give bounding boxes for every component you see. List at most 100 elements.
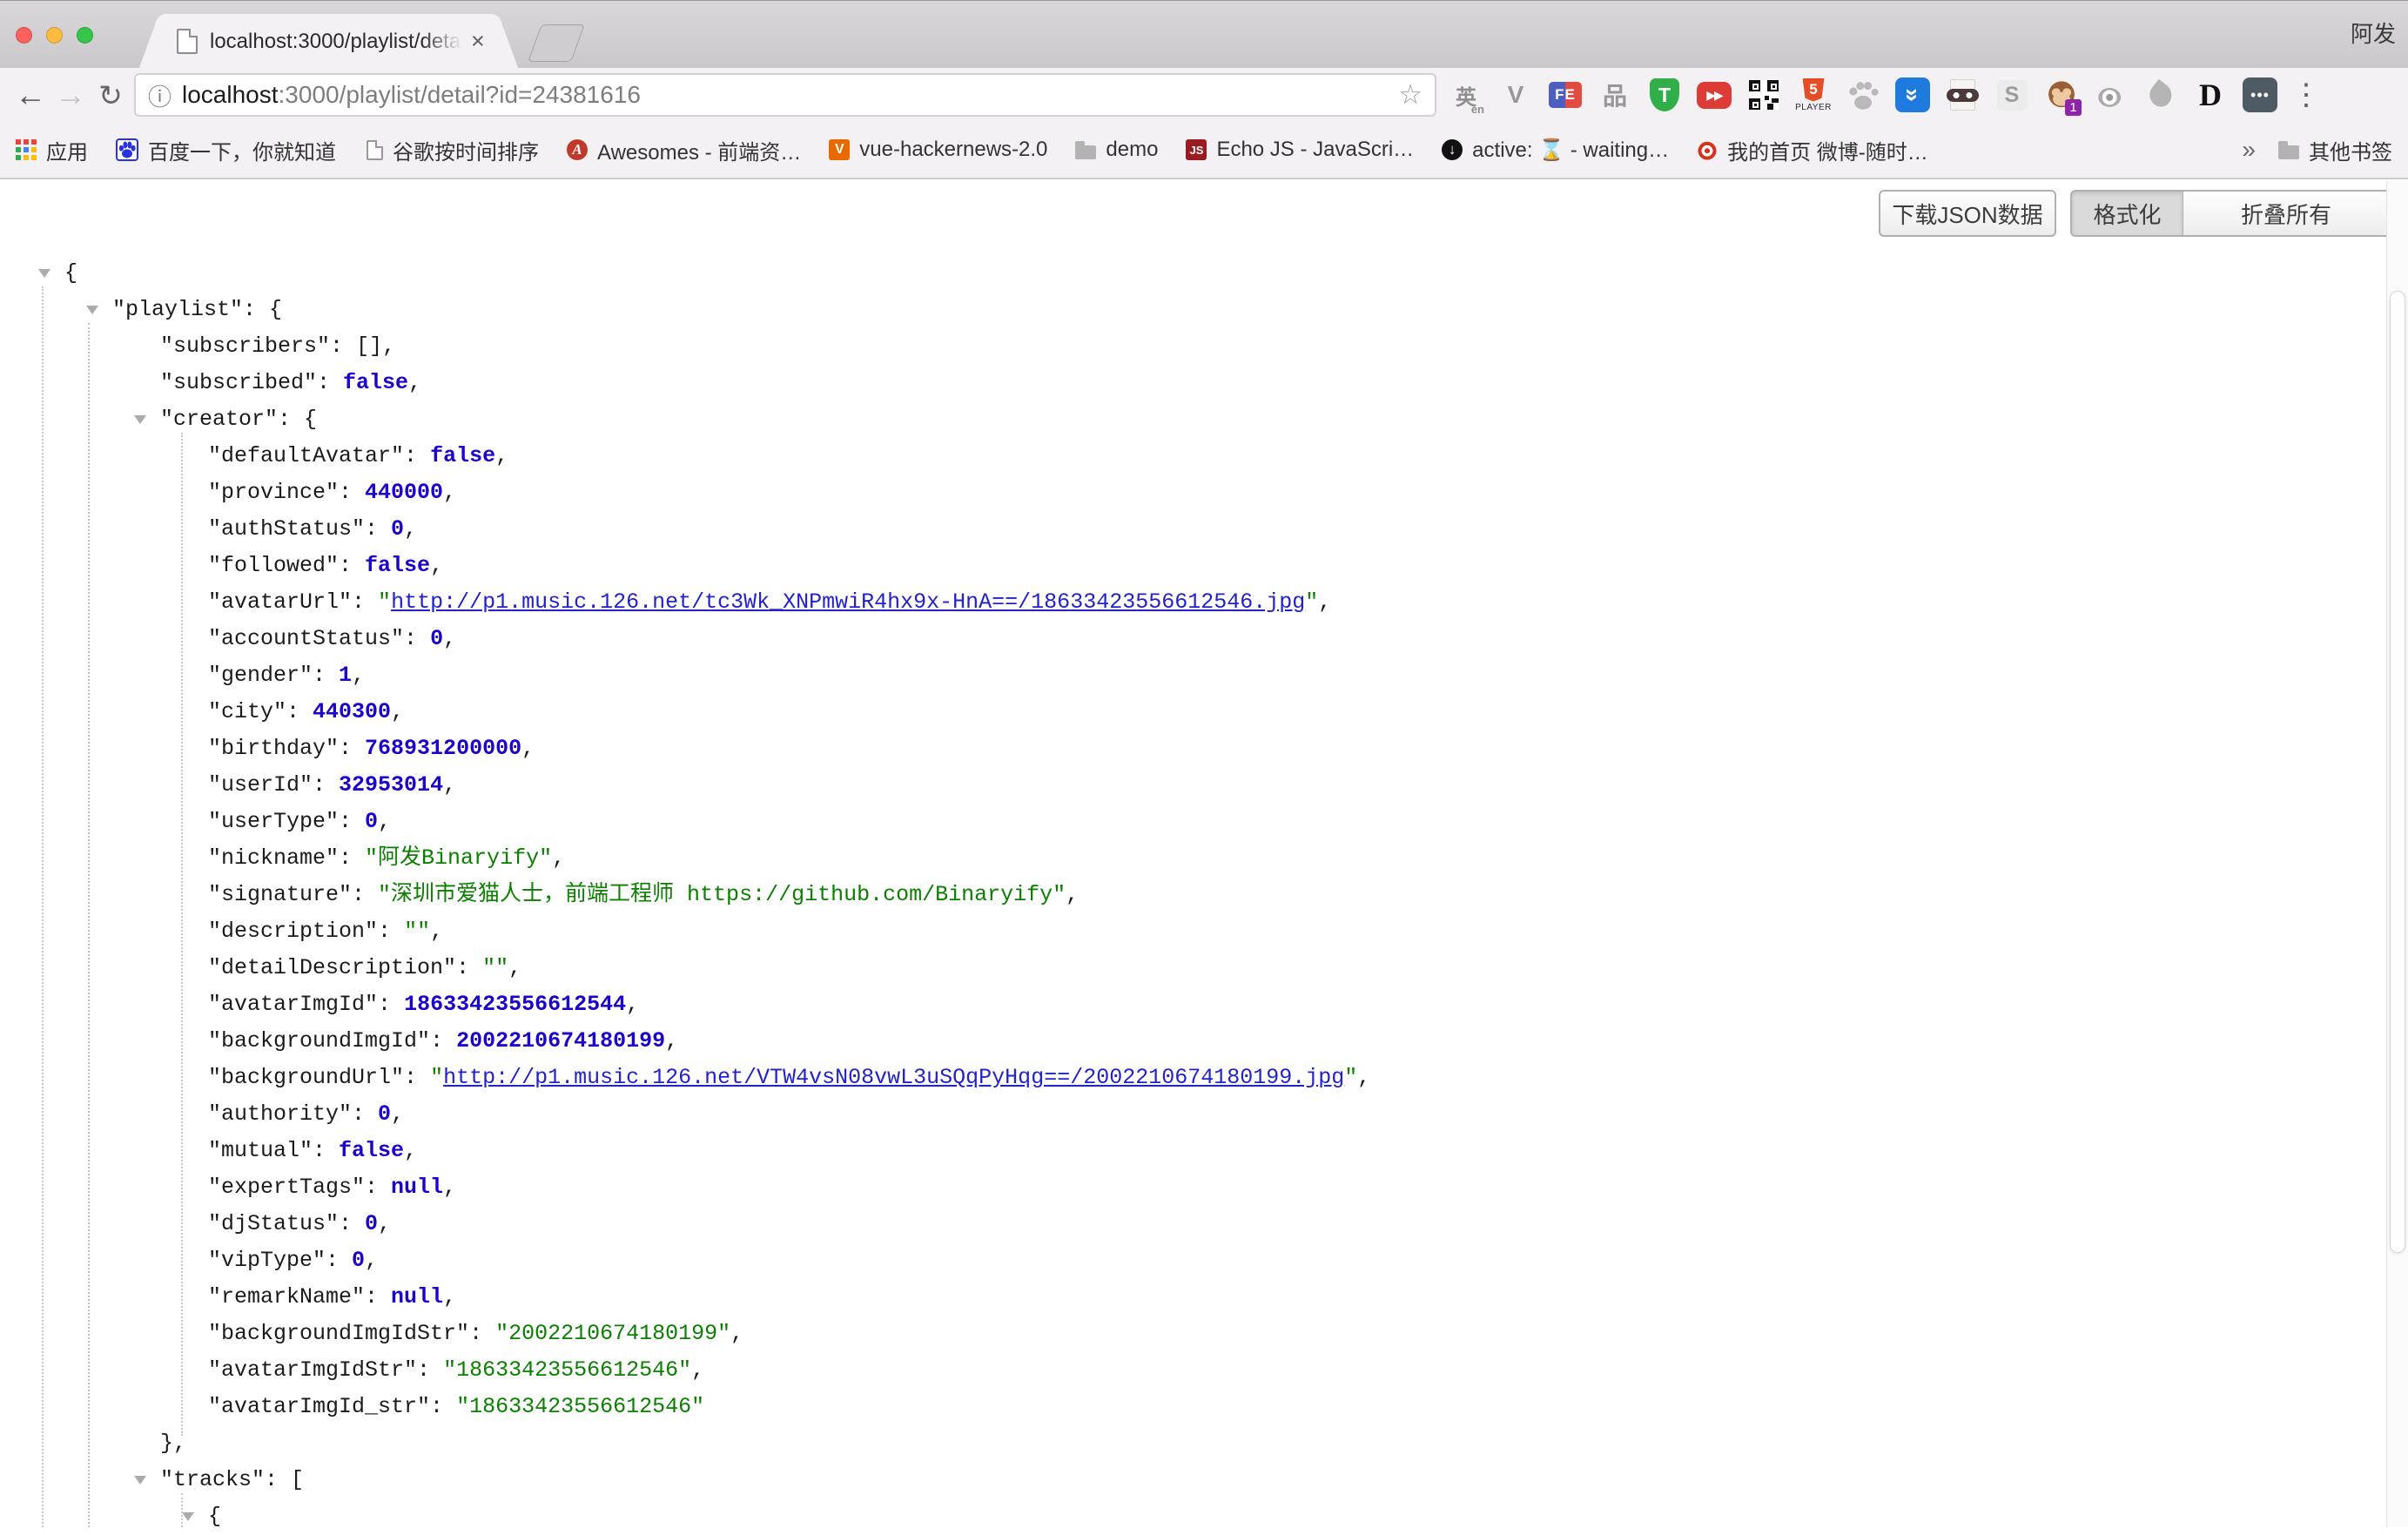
collapse-toggle-icon[interactable] — [134, 1476, 146, 1485]
browser-tab[interactable]: localhost:3000/playlist/detail?i × — [161, 14, 496, 69]
qr-code-icon[interactable] — [1745, 74, 1783, 116]
bookmark-label: 我的首页 微博-随时… — [1727, 135, 1928, 165]
json-key: "avatarImgIdStr" — [208, 1357, 417, 1383]
address-bar[interactable]: ⓘ localhost :3000/playlist/detail?id=243… — [134, 73, 1436, 117]
json-value: 32953014 — [339, 772, 443, 798]
folder-icon — [2278, 145, 2299, 159]
bookmark-item[interactable]: demo — [1075, 138, 1158, 162]
indent-guide — [181, 1493, 183, 1527]
fast-forward-icon[interactable]: ▶▶ — [1695, 74, 1733, 116]
weibo-gray-icon[interactable] — [2092, 74, 2130, 116]
vimium-icon[interactable]: V — [1497, 74, 1535, 116]
blue-chevron-icon[interactable]: » — [1893, 74, 1932, 116]
bookmark-item[interactable]: JS Echo JS - JavaScri… — [1186, 138, 1414, 162]
tab-close-icon[interactable]: × — [471, 28, 485, 55]
json-row: "subscribers": [], — [0, 328, 2385, 365]
json-string-value: "18633423556612546" — [456, 1394, 704, 1419]
json-key: "expertTags" — [208, 1175, 365, 1200]
json-row: "mutual": false, — [0, 1133, 2385, 1169]
bookmarks-overflow-icon[interactable]: » — [2242, 136, 2256, 164]
json-key: "djStatus" — [208, 1211, 339, 1236]
new-tab-button[interactable] — [528, 24, 585, 62]
page-favicon-icon — [177, 29, 198, 54]
json-key: "city" — [208, 699, 286, 724]
other-bookmarks-button[interactable]: 其他书签 — [2278, 135, 2392, 165]
paw-icon[interactable] — [1844, 74, 1882, 116]
collapse-toggle-icon[interactable] — [182, 1512, 194, 1521]
json-link[interactable]: http://p1.music.126.net/VTW4vsN08vwL3uSQ… — [443, 1065, 1344, 1090]
forward-button[interactable]: → — [50, 79, 91, 111]
echojs-icon: JS — [1186, 139, 1207, 160]
json-row: "followed": false, — [0, 548, 2385, 584]
reload-button[interactable]: ↻ — [91, 81, 131, 110]
json-row: { — [0, 255, 2385, 292]
scrollbar-thumb[interactable] — [2390, 291, 2405, 1253]
json-row: "backgroundImgIdStr": "2002210674180199"… — [0, 1316, 2385, 1352]
bird-icon[interactable] — [2142, 74, 2180, 116]
green-shield-icon[interactable]: T — [1645, 74, 1684, 116]
tampermonkey-icon[interactable]: 1 — [2042, 74, 2081, 116]
json-value: 0 — [430, 626, 443, 651]
html5-player-icon[interactable]: 5PLAYER — [1794, 74, 1833, 116]
json-value: null — [391, 1284, 443, 1309]
json-row: "avatarImgId_str": "18633423556612546" — [0, 1389, 2385, 1425]
bookmark-label: Echo JS - JavaScri… — [1216, 138, 1414, 162]
indent-guide — [88, 323, 90, 1527]
bookmark-item[interactable]: 谷歌按时间排序 — [364, 135, 539, 165]
collapse-toggle-icon[interactable] — [86, 306, 98, 314]
json-key: "authority" — [208, 1101, 352, 1127]
bookmark-item[interactable]: ↓active: ⌛ - waiting… — [1442, 138, 1669, 163]
json-row: "avatarUrl": "http://p1.music.126.net/tc… — [0, 584, 2385, 621]
stylish-icon[interactable]: S — [1993, 74, 2031, 116]
bookmark-item[interactable]: 应用 — [16, 135, 88, 165]
bookmark-item[interactable]: Vvue-hackernews-2.0 — [829, 138, 1047, 162]
json-string-value: "" — [404, 919, 430, 944]
bookmark-item[interactable]: 百度一下，你就知道 — [116, 135, 336, 165]
json-row: "city": 440300, — [0, 694, 2385, 730]
json-key: "province" — [208, 480, 339, 505]
json-row: "subscribed": false, — [0, 365, 2385, 401]
bookmark-star-icon[interactable]: ☆ — [1398, 79, 1423, 111]
close-window-button[interactable] — [16, 27, 32, 44]
collapse-toggle-icon[interactable] — [38, 269, 50, 278]
json-key: "avatarImgId" — [208, 992, 378, 1017]
bookmark-item[interactable]: 我的首页 微博-随时… — [1697, 135, 1928, 165]
json-key: "signature" — [208, 882, 352, 907]
json-key: "backgroundImgIdStr" — [208, 1321, 469, 1346]
page-content: 下载JSON数据 格式化 折叠所有 {"playlist": {"subscri… — [0, 181, 2408, 1527]
browser-menu-icon[interactable]: ⋮ — [2291, 77, 2321, 112]
json-row: "creator": { — [0, 401, 2385, 438]
json-row: "authority": 0, — [0, 1096, 2385, 1133]
json-link[interactable]: http://p1.music.126.net/tc3Wk_XNPmwiR4hx… — [391, 589, 1305, 615]
json-row: "gender": 1, — [0, 657, 2385, 694]
json-string-value: "深圳市爱猫人士，前端工程师 https://github.com/Binary… — [378, 882, 1066, 907]
dots-box-icon[interactable]: ••• — [2241, 74, 2279, 116]
json-row: "userId": 32953014, — [0, 767, 2385, 804]
bookmark-item[interactable]: AAwesomes - 前端资… — [567, 135, 801, 165]
apps-grid-icon — [16, 139, 37, 160]
format-button[interactable]: 格式化 — [2070, 190, 2183, 237]
weibo-icon — [1697, 139, 1718, 160]
d-icon[interactable]: D — [2191, 74, 2230, 116]
json-value: false — [339, 1138, 404, 1163]
collapse-toggle-icon[interactable] — [134, 415, 146, 424]
json-value: 0 — [378, 1101, 391, 1127]
browser-toolbar: ← → ↻ ⓘ localhost :3000/playlist/detail?… — [0, 68, 2408, 122]
profile-name[interactable]: 阿发 — [2351, 17, 2396, 49]
page-info-icon[interactable]: ⓘ — [148, 78, 172, 112]
zoom-window-button[interactable] — [77, 27, 93, 44]
sitemap-icon[interactable]: 品 — [1596, 74, 1634, 116]
back-button[interactable]: ← — [10, 79, 50, 111]
minimize-window-button[interactable] — [46, 27, 63, 44]
bookmarks-bar-right: » 其他书签 — [2242, 135, 2392, 165]
json-key: "description" — [208, 919, 378, 944]
mask-icon[interactable] — [1943, 74, 1981, 116]
translate-icon[interactable]: 英en — [1447, 74, 1485, 116]
json-value: false — [343, 370, 408, 395]
json-key: "followed" — [208, 553, 339, 578]
collapse-all-button[interactable]: 折叠所有 — [2183, 190, 2391, 237]
json-row: "signature": "深圳市爱猫人士，前端工程师 https://gith… — [0, 877, 2385, 913]
fe-icon[interactable]: FE — [1546, 74, 1584, 116]
json-row: "expertTags": null, — [0, 1169, 2385, 1206]
download-json-button[interactable]: 下载JSON数据 — [1879, 190, 2056, 237]
